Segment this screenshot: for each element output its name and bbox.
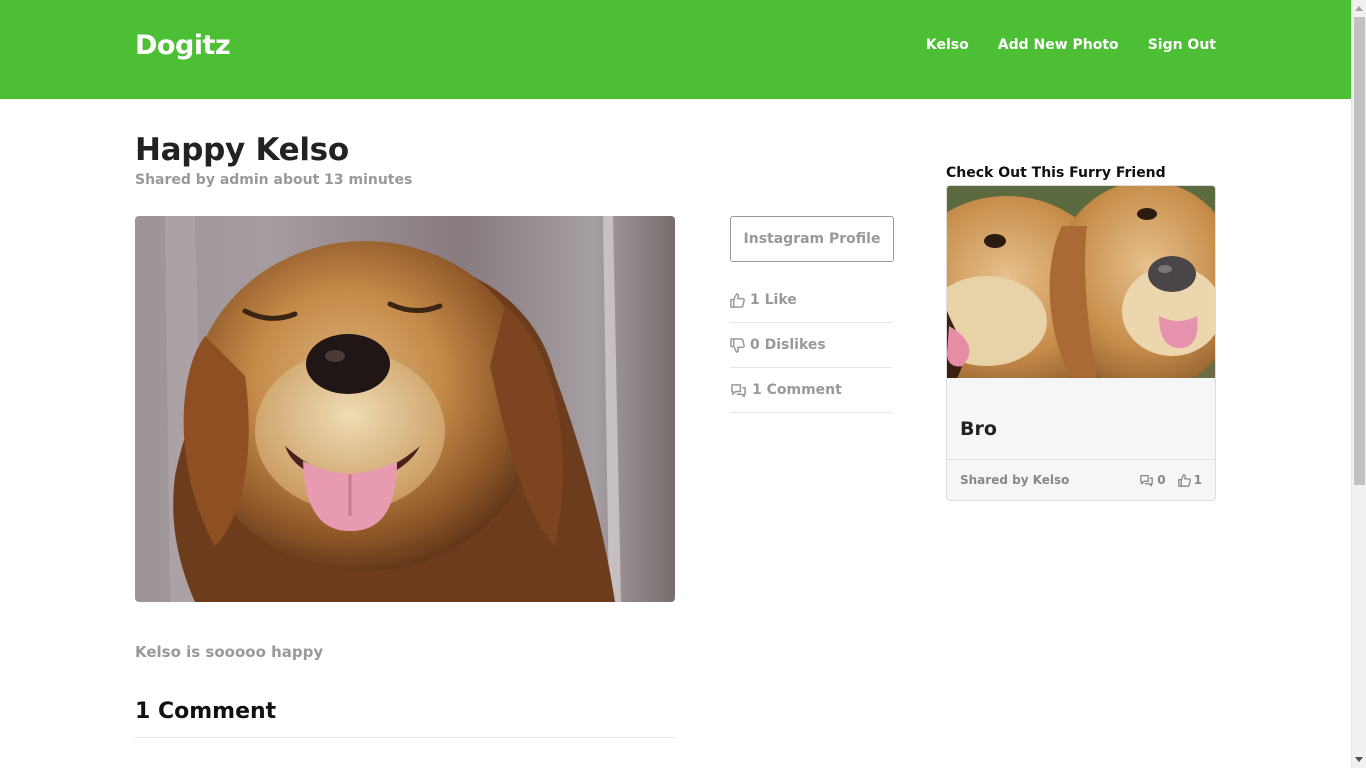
post-photo	[135, 216, 675, 602]
nav-link-sign-out[interactable]: Sign Out	[1148, 37, 1216, 53]
comments-icon	[731, 383, 746, 397]
brand-logo[interactable]: Dogitz	[135, 30, 231, 61]
golden-retriever-photo	[135, 216, 675, 602]
card-like-stat: 1	[1177, 473, 1202, 487]
post-meta: Shared by admin about 13 minutes	[135, 172, 413, 188]
comments-link[interactable]: 1 Comment	[730, 368, 892, 413]
like-button[interactable]: 1 Like	[730, 278, 892, 323]
nav-link-add-photo[interactable]: Add New Photo	[998, 37, 1119, 53]
card-stats: 0 1	[1139, 473, 1202, 487]
post-description: Kelso is sooooo happy	[135, 643, 324, 661]
featured-dog-name[interactable]: Bro	[960, 418, 997, 440]
comments-heading: 1 Comment	[135, 699, 277, 724]
thumbs-up-icon	[1177, 473, 1191, 487]
comments-icon	[1140, 474, 1154, 486]
scroll-down-arrow-icon[interactable]	[1352, 751, 1366, 768]
sidebar-heading: Check Out This Furry Friend	[946, 165, 1166, 181]
featured-dog-card[interactable]: Bro Shared by Kelso 0 1	[946, 185, 1216, 501]
card-shared-by: Shared by Kelso	[960, 473, 1070, 487]
post-title: Happy Kelso	[135, 132, 349, 168]
thumbs-up-icon	[730, 292, 745, 308]
post-stats-list: 1 Like 0 Dislikes 1 Comment	[730, 278, 892, 413]
dislike-button[interactable]: 0 Dislikes	[730, 323, 892, 368]
top-navbar: Dogitz Kelso Add New Photo Sign Out	[0, 0, 1351, 99]
nav-link-profile[interactable]: Kelso	[926, 37, 969, 53]
card-like-count: 1	[1193, 473, 1202, 487]
featured-dog-photo	[947, 186, 1215, 378]
page-scrollbar[interactable]	[1351, 0, 1366, 768]
two-golden-retrievers-photo	[947, 186, 1215, 378]
scrollbar-thumb[interactable]	[1354, 17, 1365, 485]
card-comment-stat: 0	[1139, 473, 1166, 487]
like-count-label: 1 Like	[750, 292, 797, 308]
instagram-profile-button[interactable]: Instagram Profile	[730, 216, 894, 262]
dislike-count-label: 0 Dislikes	[750, 337, 826, 353]
nav-links: Kelso Add New Photo Sign Out	[926, 37, 1216, 53]
comment-count-label: 1 Comment	[752, 382, 842, 398]
card-footer: Shared by Kelso 0 1	[947, 459, 1215, 500]
scroll-up-arrow-icon[interactable]	[1352, 0, 1366, 17]
thumbs-down-icon	[730, 337, 745, 353]
card-comment-count: 0	[1157, 473, 1166, 487]
comments-divider	[135, 737, 675, 738]
